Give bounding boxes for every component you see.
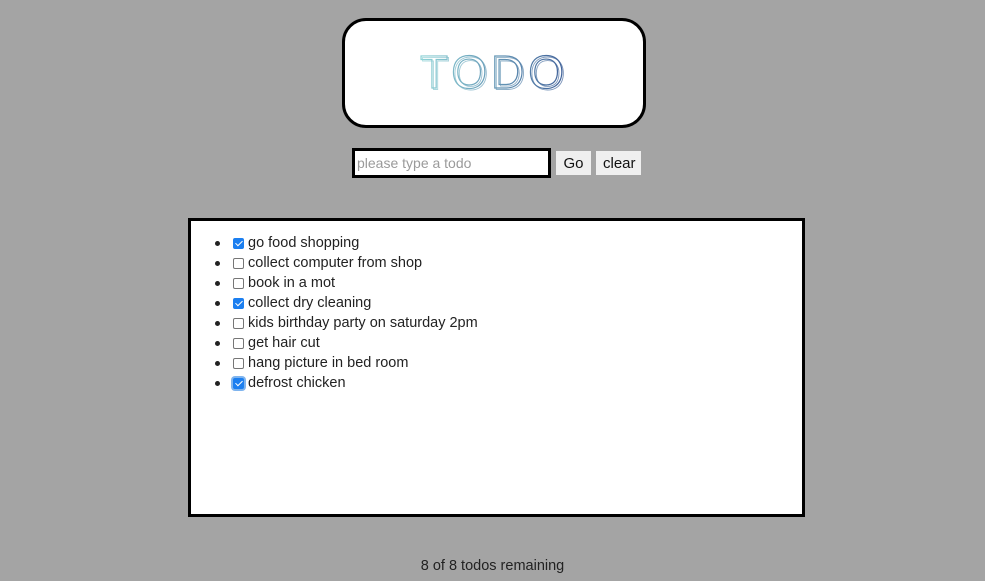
todo-label: get hair cut <box>248 335 320 351</box>
bullet-icon <box>215 280 220 286</box>
go-button[interactable]: Go <box>556 151 591 175</box>
todo-checkbox[interactable] <box>233 297 244 309</box>
todo-checkbox[interactable] <box>233 317 244 329</box>
todo-checkbox[interactable] <box>233 237 244 249</box>
todo-checkbox[interactable] <box>233 337 244 349</box>
todo-checkbox[interactable] <box>233 257 244 269</box>
todo-input[interactable] <box>352 148 551 178</box>
logo-text-shadow: TODO <box>421 51 569 95</box>
todo-item: collect dry cleaning <box>215 293 478 313</box>
todos-remaining-status: 8 of 8 todos remaining <box>420 558 565 574</box>
todo-label: go food shopping <box>248 235 360 251</box>
todo-item: defrost chicken <box>215 373 478 393</box>
bullet-icon <box>215 240 220 246</box>
todo-label: kids birthday party on saturday 2pm <box>248 315 478 331</box>
todo-item: collect computer from shop <box>215 253 478 273</box>
todo-label: defrost chicken <box>248 375 346 391</box>
todo-label: book in a mot <box>248 275 336 291</box>
bullet-icon <box>215 260 220 266</box>
todo-item: go food shopping <box>215 233 478 253</box>
todo-item: hang picture in bed room <box>215 353 478 373</box>
todo-item: get hair cut <box>215 333 478 353</box>
logo-box: TODO TODO <box>342 18 646 128</box>
todo-entry-row: Go clear <box>352 148 641 178</box>
todo-label: collect computer from shop <box>248 255 423 271</box>
bullet-icon <box>215 300 220 306</box>
todo-item: book in a mot <box>215 273 478 293</box>
todo-checkbox[interactable] <box>233 277 244 289</box>
todo-label: collect dry cleaning <box>248 295 372 311</box>
bullet-icon <box>215 360 220 366</box>
todo-list-panel: go food shopping collect computer from sh… <box>188 218 805 517</box>
bullet-icon <box>215 340 220 346</box>
todo-logo: TODO TODO <box>419 51 569 95</box>
todo-label: hang picture in bed room <box>248 355 409 371</box>
todo-checkbox[interactable] <box>233 377 244 389</box>
todo-list: go food shopping collect computer from sh… <box>215 233 478 393</box>
bullet-icon <box>215 380 220 386</box>
bullet-icon <box>215 320 220 326</box>
todo-item: kids birthday party on saturday 2pm <box>215 313 478 333</box>
clear-button[interactable]: clear <box>596 151 641 175</box>
todo-checkbox[interactable] <box>233 357 244 369</box>
